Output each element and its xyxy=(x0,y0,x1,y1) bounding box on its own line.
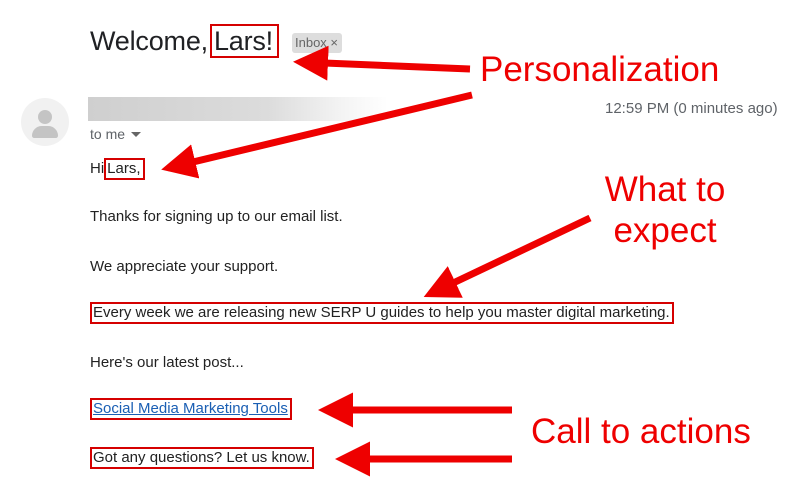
what-to-expect-line1: What to xyxy=(604,170,726,209)
arrow-to-subject-name xyxy=(293,45,471,81)
personalization-label: Personalization xyxy=(480,50,720,89)
arrow-to-expectation xyxy=(423,214,592,298)
what-to-expect-line2: expect xyxy=(613,211,717,250)
call-to-actions-label: Call to actions xyxy=(531,412,751,451)
arrow-to-greeting-name xyxy=(161,91,473,179)
what-to-expect-label: What to expect xyxy=(590,169,740,251)
